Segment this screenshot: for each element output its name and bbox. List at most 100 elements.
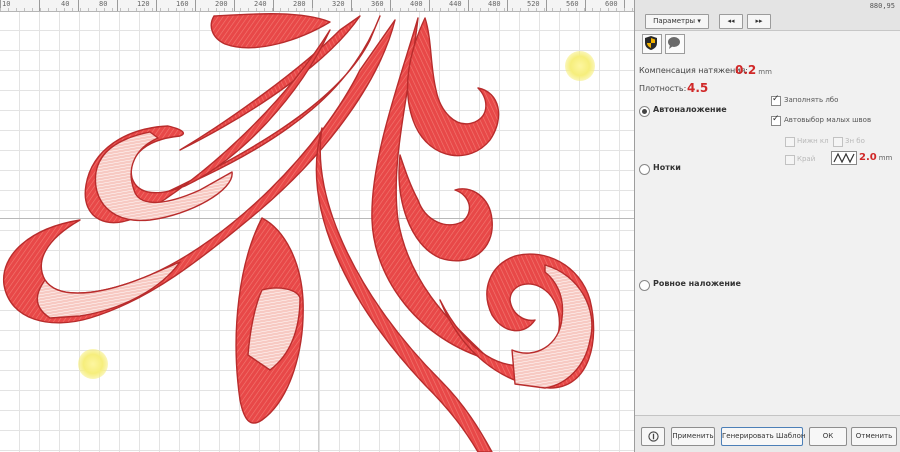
control-handle[interactable] [565, 51, 595, 81]
cancel-button[interactable]: Отменить [851, 427, 897, 446]
ruler-major-tick [156, 0, 157, 11]
ruler-minor-tick [416, 8, 417, 11]
ruler-label: 240 [254, 0, 267, 8]
ruler-minor-tick [536, 8, 537, 11]
ruler-minor-tick [472, 8, 473, 11]
ruler-minor-tick [528, 8, 529, 11]
chevron-down-icon: ▾ [697, 17, 701, 25]
radio-auto-fill[interactable] [639, 106, 650, 117]
ruler-major-tick [195, 0, 196, 11]
ruler-minor-tick [136, 8, 137, 11]
ruler-minor-tick [456, 8, 457, 11]
ruler-minor-tick [616, 8, 617, 11]
ruler-major-tick [390, 0, 391, 11]
ruler-minor-tick [48, 8, 49, 11]
density-value[interactable]: 4.5 [687, 81, 708, 95]
checkbox-lower[interactable] [785, 137, 795, 147]
ruler-minor-tick [176, 8, 177, 11]
checkbox-edge[interactable] [785, 155, 795, 165]
params-dropdown[interactable]: Параметры ▾ [645, 14, 709, 29]
ruler-minor-tick [192, 8, 193, 11]
ruler-minor-tick [560, 8, 561, 11]
ruler-minor-tick [208, 8, 209, 11]
ruler-minor-tick [552, 8, 553, 11]
ruler-label: 600 [605, 0, 618, 8]
ruler-major-tick [507, 0, 508, 11]
compensation-value[interactable]: 0.2 mm [735, 63, 772, 77]
ruler-minor-tick [352, 8, 353, 11]
ruler-minor-tick [512, 8, 513, 11]
checkbox-fill-holes[interactable] [771, 94, 781, 106]
checkbox-side[interactable] [833, 137, 843, 147]
shield-icon [645, 36, 657, 50]
ruler-minor-tick [424, 8, 425, 11]
ruler-label: 440 [449, 0, 462, 8]
ruler-label: 10 [2, 0, 11, 8]
ruler-major-tick [429, 0, 430, 11]
ruler-minor-tick [360, 8, 361, 11]
design-canvas[interactable]: 10 40 80 120 160 200 240 280 320 360 400… [0, 0, 635, 452]
ruler-label: 320 [332, 0, 345, 8]
ok-button[interactable]: ОК [809, 427, 847, 446]
ruler-minor-tick [320, 8, 321, 11]
ruler-minor-tick [600, 8, 601, 11]
ruler-minor-tick [96, 8, 97, 11]
ruler-minor-tick [520, 8, 521, 11]
checkbox-auto-small-label: Автовыбор малых швов [784, 116, 872, 124]
ruler-minor-tick [88, 8, 89, 11]
checkbox-edge-label: Край [797, 155, 816, 163]
ruler-label: 480 [488, 0, 501, 8]
ruler-minor-tick [56, 8, 57, 11]
params-label: Параметры [653, 17, 696, 25]
ruler-minor-tick [408, 8, 409, 11]
speech-bubble-icon [668, 37, 680, 49]
density-label: Плотность: [639, 84, 687, 93]
ruler-minor-tick [160, 8, 161, 11]
ruler-major-tick [78, 0, 79, 11]
ruler-minor-tick [232, 8, 233, 11]
regenerate-button[interactable]: Генерировать Шаблон [721, 427, 805, 446]
ruler-minor-tick [8, 8, 9, 11]
ruler-minor-tick [488, 8, 489, 11]
radio-even-fill-label: Ровное наложение [653, 279, 741, 288]
ruler-minor-tick [128, 8, 129, 11]
ruler-minor-tick [168, 8, 169, 11]
design-petal [210, 13, 331, 49]
radio-auto-fill-label: Автоналожение [653, 105, 727, 114]
ruler-minor-tick [288, 8, 289, 11]
ruler-label: 280 [293, 0, 306, 8]
radio-even-fill[interactable] [639, 280, 650, 291]
ruler-label: 200 [215, 0, 228, 8]
ruler-label: 40 [61, 0, 70, 8]
ruler-minor-tick [256, 8, 257, 11]
ruler-minor-tick [224, 8, 225, 11]
ruler-minor-tick [440, 8, 441, 11]
ruler-minor-tick [432, 8, 433, 11]
ruler-major-tick [546, 0, 547, 11]
stitch-length-value[interactable]: 2.0 mm [859, 152, 892, 163]
radio-notes[interactable] [639, 164, 650, 175]
ruler-major-tick [234, 0, 235, 11]
checkbox-fill-holes-label: Заполнять лбо [784, 96, 839, 104]
ruler-label: 560 [566, 0, 579, 8]
tab-fill[interactable] [642, 34, 662, 54]
ruler-minor-tick [336, 8, 337, 11]
checkbox-auto-small[interactable] [771, 114, 781, 126]
apply-button[interactable]: Применить [671, 427, 715, 446]
ruler-minor-tick [392, 8, 393, 11]
design-curl-highlight [94, 131, 233, 222]
prev-button[interactable]: ◂◂ [719, 14, 743, 29]
help-button[interactable] [641, 427, 665, 446]
ruler-minor-tick [624, 8, 625, 11]
next-button[interactable]: ▸▸ [747, 14, 771, 29]
ruler-minor-tick [272, 8, 273, 11]
coordinates-readout: 880,95 [869, 2, 895, 10]
dialog-button-bar: Применить Генерировать Шаблон ОК Отменит… [635, 415, 900, 452]
ruler-minor-tick [584, 8, 585, 11]
ruler-major-tick [117, 0, 118, 11]
control-handle[interactable] [78, 349, 108, 379]
embroidery-design[interactable] [0, 0, 634, 452]
checkbox-lower-label: Нижн кл [797, 137, 829, 145]
ruler-minor-tick [480, 8, 481, 11]
tab-notes[interactable] [665, 34, 685, 54]
